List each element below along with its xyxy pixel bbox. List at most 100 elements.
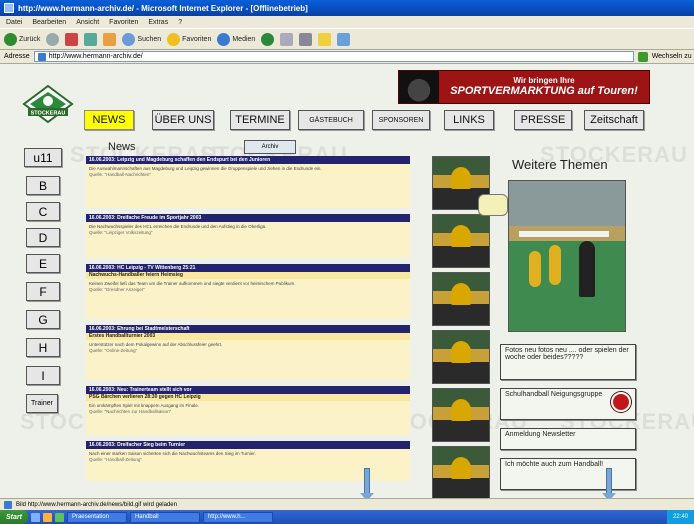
sidebar-item-c[interactable]: C xyxy=(26,202,60,221)
nav-guestbook[interactable]: GÄSTEBUCH xyxy=(298,110,364,130)
sidebar-item-f[interactable]: F xyxy=(26,282,60,301)
sidebar-item-i[interactable]: I xyxy=(26,366,60,385)
menu-view[interactable]: Ansicht xyxy=(76,19,99,26)
search-icon xyxy=(122,32,136,46)
news-item-source: Quelle: "Handball-Zeitung" xyxy=(89,457,142,462)
window-title: http://www.hermann-archiv.de/ - Microsof… xyxy=(18,3,308,13)
taskbar-item[interactable]: http://www.h... xyxy=(202,511,273,523)
archive-button[interactable]: Archiv xyxy=(244,140,296,154)
nav-about-us[interactable]: ÜBER UNS xyxy=(152,110,214,130)
news-item-title[interactable]: 16.06.2003: Neu: Trainerteam stellt sich… xyxy=(86,386,410,394)
status-bar: Bild http://www.hermann-archiv.de/news/b… xyxy=(0,498,694,510)
forward-arrow-icon[interactable] xyxy=(46,32,60,46)
nav-news[interactable]: NEWS xyxy=(84,110,134,130)
mail-icon[interactable] xyxy=(280,32,294,46)
menu-bar: Datei Bearbeiten Ansicht Favoriten Extra… xyxy=(0,16,694,28)
nav-links[interactable]: LINKS xyxy=(444,110,494,130)
menu-file[interactable]: Datei xyxy=(6,19,22,26)
stop-icon[interactable] xyxy=(65,32,79,46)
taskbar-item[interactable]: Handball xyxy=(129,511,200,523)
news-item-title[interactable]: 16.06.2003: HC Leipzig - TV Wittenberg 2… xyxy=(86,264,410,272)
sidebar-item-u11[interactable]: u11 xyxy=(24,148,62,167)
menu-tools[interactable]: Extras xyxy=(148,19,168,26)
browser-toolbar: Zurück Suchen Favoriten Medien xyxy=(0,28,694,50)
quicklaunch-icon[interactable] xyxy=(54,512,64,522)
edit-icon[interactable] xyxy=(318,32,332,46)
news-item: 16.06.2003: Dreifacher Sieg beim Turnier… xyxy=(86,441,410,481)
sidebar-item-d[interactable]: D xyxy=(26,228,60,247)
photos-link-box[interactable]: Fotos neu fotos neu .... oder spielen de… xyxy=(500,344,636,380)
menu-favorites[interactable]: Favoriten xyxy=(109,19,138,26)
refresh-icon[interactable] xyxy=(84,32,98,46)
player-photo-thumbnail[interactable] xyxy=(432,272,490,326)
web-page: STOCKERAU STOCKERAU STOCKERAU STOCKERAU … xyxy=(0,64,694,498)
news-item: 16.06.2003: HC Leipzig - TV Wittenberg 2… xyxy=(86,264,410,319)
news-item-source: Quelle: "Nachrichten zur Handballsaison" xyxy=(89,409,172,414)
messenger-icon[interactable] xyxy=(337,32,351,46)
start-button[interactable]: Start xyxy=(0,510,28,524)
handball-game-photo[interactable] xyxy=(508,180,626,332)
tire-image xyxy=(399,71,439,103)
links-label[interactable]: Wechseln zu xyxy=(652,53,692,60)
window-titlebar: http://www.hermann-archiv.de/ - Microsof… xyxy=(0,0,694,16)
news-item: 16.06.2003: Leipzig und Magdeburg schaff… xyxy=(86,156,410,208)
news-item-title[interactable]: 16.06.2003: Dreifache Freude im Sportjah… xyxy=(86,214,410,222)
taskbar: Start Praesentation Handball http://www.… xyxy=(0,510,694,524)
quicklaunch-icon[interactable] xyxy=(30,512,40,522)
sponsor-banner[interactable]: Wir bringen Ihre SPORTVERMARKTUNG auf To… xyxy=(398,70,650,104)
address-bar: Adresse http://www.hermann-archiv.de/ We… xyxy=(0,50,694,64)
favorites-button[interactable]: Favoriten xyxy=(167,32,211,46)
news-item-title[interactable]: 16.06.2003: Leipzig und Magdeburg schaff… xyxy=(86,156,410,164)
join-handball-link-box[interactable]: Ich möchte auch zum Handball! xyxy=(500,458,636,490)
nav-press[interactable]: PRESSE xyxy=(514,110,572,130)
quicklaunch-icon[interactable] xyxy=(42,512,52,522)
newsletter-link-box[interactable]: Anmeldung Newsletter xyxy=(500,428,636,450)
news-item-body: Ein umkämpftes Spiel mit knappem Ausgang… xyxy=(86,401,410,435)
nav-magazine[interactable]: Zeitschaft xyxy=(584,110,644,130)
news-item-body: Unterstützer nach dem Pokalgewinn auf de… xyxy=(86,340,410,380)
sidebar-item-trainer[interactable]: Trainer xyxy=(26,394,58,413)
loading-icon xyxy=(4,500,12,509)
news-item-source: Quelle: "Dresdner Anzeiger" xyxy=(89,287,145,292)
address-input[interactable]: http://www.hermann-archiv.de/ xyxy=(33,51,634,62)
history-icon[interactable] xyxy=(261,32,275,46)
taskbar-item[interactable]: Praesentation xyxy=(66,511,127,523)
down-arrow-icon xyxy=(360,468,374,498)
news-heading: News xyxy=(108,141,136,153)
news-item-body: Keinen Zweifel ließ das Team um die Trai… xyxy=(86,279,410,319)
go-button[interactable] xyxy=(637,51,648,62)
news-item-source: Quelle: "Online-Zeitung" xyxy=(89,348,138,353)
stop-sign-icon xyxy=(611,392,631,412)
school-handball-link-box[interactable]: Schulhandball Neigungsgruppe xyxy=(500,388,636,420)
star-icon xyxy=(167,32,181,46)
clock: 22:40 xyxy=(672,514,688,520)
banner-line1: Wir bringen Ihre xyxy=(513,75,575,85)
logo-text: STOCKERAU xyxy=(31,111,66,117)
search-button[interactable]: Suchen xyxy=(122,32,161,46)
ie-icon xyxy=(4,3,14,13)
news-item-source: Quelle: "Handball-Nachrichten" xyxy=(89,172,151,177)
nav-dates[interactable]: TERMINE xyxy=(230,110,290,130)
down-arrow-icon xyxy=(602,468,616,498)
back-arrow-icon xyxy=(4,32,17,46)
print-icon[interactable] xyxy=(299,32,313,46)
player-photo-thumbnail[interactable] xyxy=(432,330,490,384)
player-photo-thumbnail[interactable] xyxy=(432,388,490,442)
nav-sponsors[interactable]: SPONSOREN xyxy=(372,110,430,130)
news-item-title[interactable]: 16.06.2003: Ehrung bei Stadtmeisterschaf… xyxy=(86,325,410,333)
news-item-source: Quelle: "Leipziger Volkszeitung" xyxy=(89,230,153,235)
player-photo-thumbnail[interactable] xyxy=(432,446,490,498)
sidebar-item-g[interactable]: G xyxy=(26,310,60,329)
menu-help[interactable]: ? xyxy=(178,19,182,26)
news-item-title[interactable]: 16.06.2003: Dreifacher Sieg beim Turnier xyxy=(86,441,410,449)
sidebar-item-e[interactable]: E xyxy=(26,254,60,273)
club-logo[interactable]: STOCKERAU xyxy=(22,84,74,126)
sidebar-item-b[interactable]: B xyxy=(26,176,60,195)
menu-edit[interactable]: Bearbeiten xyxy=(32,19,66,26)
back-button[interactable]: Zurück xyxy=(4,32,40,46)
home-icon[interactable] xyxy=(103,32,117,46)
sidebar-item-h[interactable]: H xyxy=(26,338,60,357)
news-item-body: Die Auswahlmannschaften aus Magdeburg un… xyxy=(86,164,410,208)
player-photo-thumbnail[interactable] xyxy=(432,214,490,268)
media-button[interactable]: Medien xyxy=(217,32,255,46)
